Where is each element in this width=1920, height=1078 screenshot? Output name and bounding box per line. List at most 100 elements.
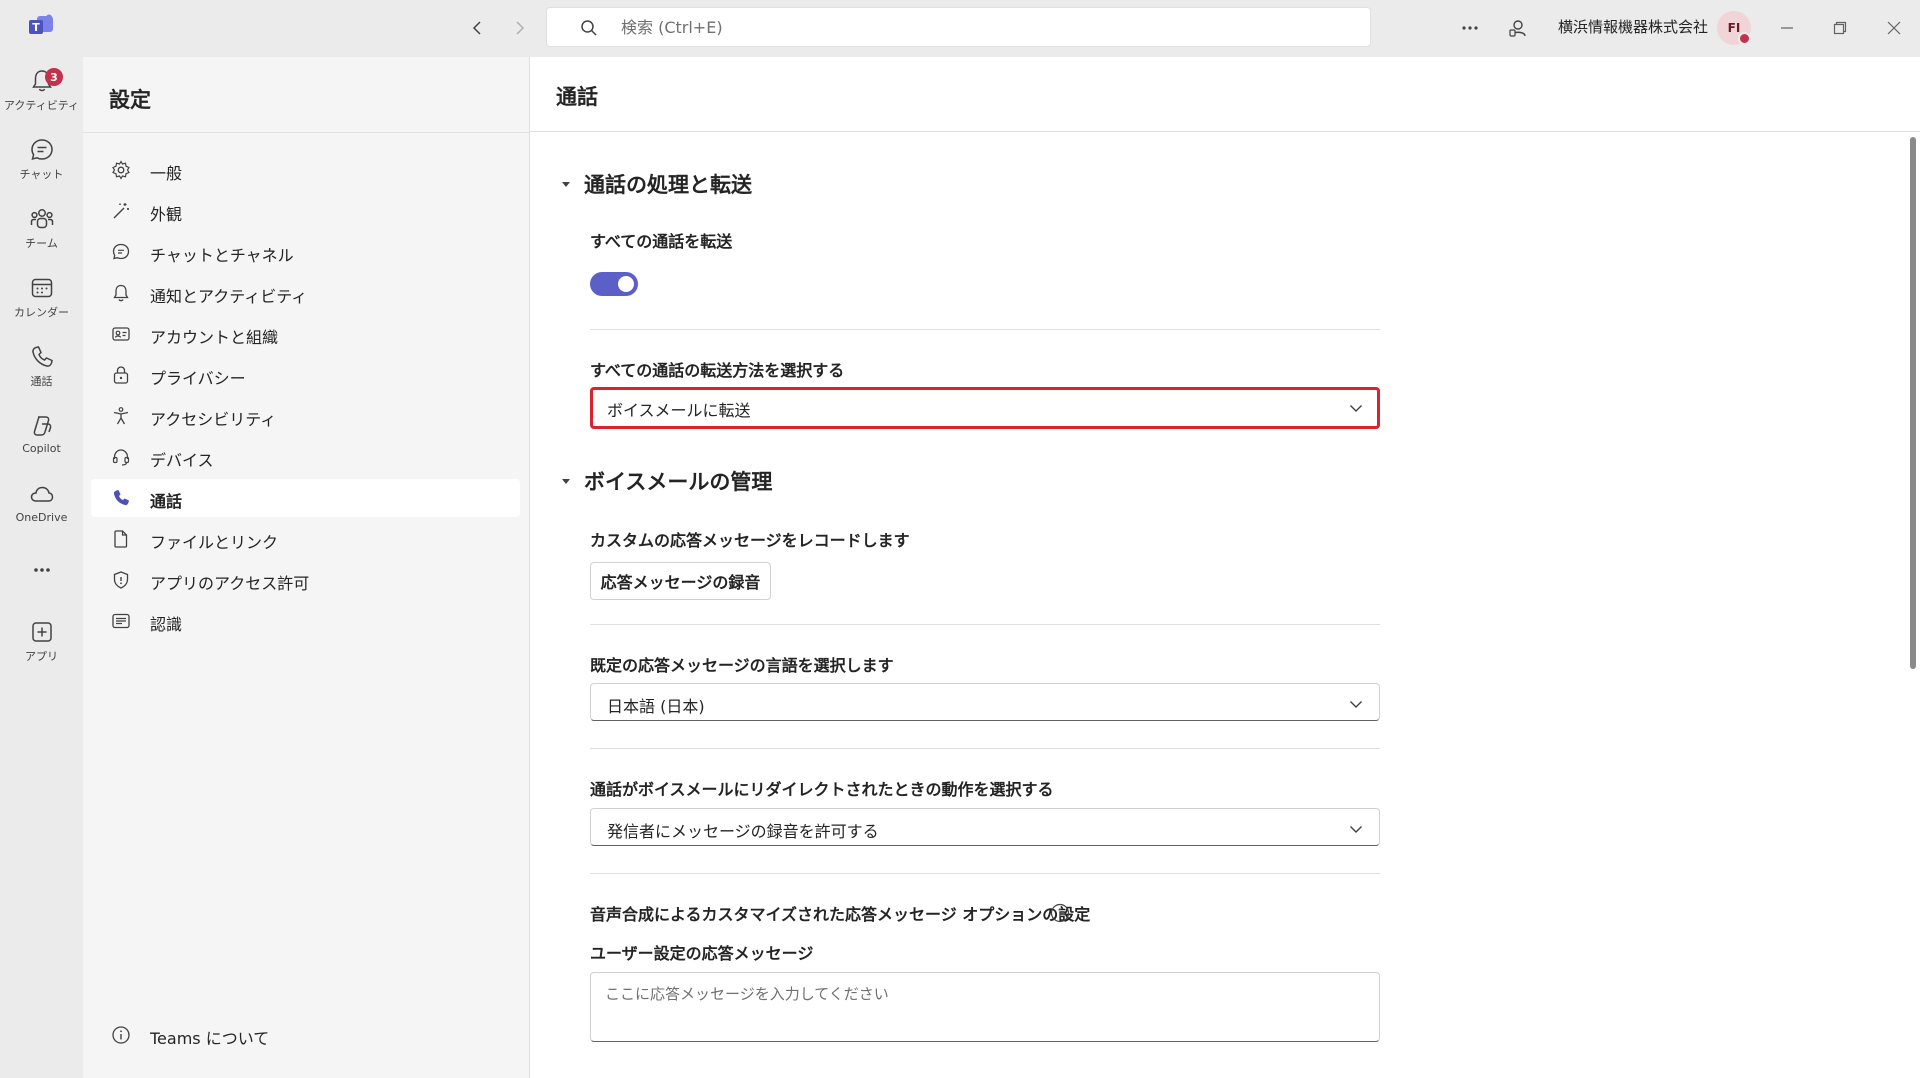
record-greeting-label: カスタムの応答メッセージをレコードします	[590, 531, 910, 550]
organization-name: 横浜情報機器株式会社	[1558, 18, 1709, 36]
settings-nav-notifications[interactable]: 通知とアクティビティ	[91, 274, 520, 312]
settings-nav-chat-channels[interactable]: チャットとチャネル	[91, 233, 520, 271]
greeting-language-label: 既定の応答メッセージの言語を選択します	[590, 656, 894, 675]
main-content: 通話 通話の処理と転送 すべての通話を転送 すべての通話の転送方法を選択する ボ…	[530, 57, 1920, 1078]
nav-label: 一般	[150, 164, 183, 183]
user-greeting-textarea[interactable]	[590, 972, 1380, 1042]
nav-label: 通話	[150, 492, 183, 511]
caret-down-icon	[562, 182, 570, 187]
section-voicemail[interactable]: ボイスメールの管理	[560, 466, 772, 496]
forward-button[interactable]	[507, 16, 531, 40]
forward-all-toggle[interactable]	[590, 272, 638, 296]
rail-item-chat[interactable]: チャット	[0, 131, 83, 195]
divider	[590, 624, 1380, 625]
search-icon	[581, 20, 597, 36]
gear-icon	[112, 160, 130, 180]
contact-card-icon	[112, 327, 130, 341]
chat-icon	[112, 243, 130, 260]
rail-item-teams[interactable]: チーム	[0, 200, 83, 264]
wand-icon	[113, 203, 129, 219]
settings-nav-accessibility[interactable]: アクセシビリティ	[91, 397, 520, 435]
title-bar: T 横浜情報機器株式会社 FI	[0, 0, 1920, 57]
rail-item-calendar[interactable]: カレンダー	[0, 269, 83, 333]
info-icon	[112, 1026, 130, 1044]
close-icon	[1887, 21, 1901, 35]
settings-nav: 設定 一般 外観 チャットとチャネル 通知とアクティビティ アカウントと組織 プ…	[83, 57, 530, 1078]
settings-nav-app-permissions[interactable]: アプリのアクセス許可	[91, 561, 520, 599]
rail-item-onedrive[interactable]: OneDrive	[0, 476, 83, 540]
app-rail: 3 アクティビティ チャット チーム カレンダー 通話 Copilot OneD…	[0, 57, 83, 1078]
greeting-language-dropdown[interactable]: 日本語 (日本)	[590, 683, 1380, 721]
settings-nav-devices[interactable]: デバイス	[91, 438, 520, 476]
redirect-action-dropdown[interactable]: 発信者にメッセージの録音を許可する	[590, 808, 1380, 846]
nav-label: プライバシー	[150, 369, 246, 388]
phone-icon	[113, 490, 129, 506]
teams-logo-icon[interactable]: T	[27, 14, 55, 40]
rail-more-button[interactable]	[0, 555, 83, 585]
chevron-down-icon	[1350, 826, 1362, 833]
rail-label: チーム	[25, 237, 58, 250]
scrollbar[interactable]	[1910, 137, 1916, 669]
nav-label: ファイルとリンク	[150, 533, 279, 552]
rail-label: Copilot	[22, 442, 61, 455]
dropdown-value: 発信者にメッセージの録音を許可する	[607, 822, 879, 841]
divider	[590, 873, 1380, 874]
redirect-action-label: 通話がボイスメールにリダイレクトされたときの動作を選択する	[590, 780, 1054, 799]
chevron-left-icon	[472, 21, 481, 35]
forward-method-dropdown[interactable]: ボイスメールに転送	[590, 387, 1380, 429]
rail-label: 通話	[30, 375, 53, 388]
about-teams-link[interactable]: Teams について	[91, 1016, 520, 1054]
settings-nav-account-org[interactable]: アカウントと組織	[91, 315, 520, 353]
search-box[interactable]	[546, 7, 1371, 47]
close-button[interactable]	[1880, 14, 1908, 42]
toggle-knob	[618, 276, 634, 292]
phone-icon	[31, 346, 53, 367]
add-app-icon	[31, 622, 52, 642]
copilot-icon	[33, 416, 51, 436]
lock-icon	[113, 366, 129, 384]
teams-people-icon	[30, 209, 53, 229]
restore-button[interactable]	[1826, 14, 1854, 42]
settings-nav-recognition[interactable]: 認識	[91, 602, 520, 640]
tts-options-label: 音声合成によるカスタマイズされた応答メッセージ オプションの設定	[590, 905, 1091, 924]
settings-title: 設定	[109, 88, 151, 112]
people-button[interactable]	[1504, 14, 1532, 42]
forward-method-label: すべての通話の転送方法を選択する	[590, 361, 845, 380]
info-icon[interactable]	[1050, 903, 1070, 923]
document-icon	[114, 530, 128, 548]
settings-nav-appearance[interactable]: 外観	[91, 192, 520, 230]
rail-item-calls[interactable]: 通話	[0, 338, 83, 402]
settings-nav-privacy[interactable]: プライバシー	[91, 356, 520, 394]
minimize-icon	[1781, 27, 1793, 29]
more-options-button[interactable]	[1456, 14, 1484, 42]
nav-label: チャットとチャネル	[150, 246, 294, 265]
nav-label: Teams について	[150, 1029, 270, 1048]
section-title: ボイスメールの管理	[584, 470, 773, 494]
svg-text:T: T	[32, 21, 40, 34]
forward-all-label: すべての通話を転送	[590, 232, 733, 251]
section-call-handling[interactable]: 通話の処理と転送	[560, 169, 752, 199]
nav-label: アカウントと組織	[150, 328, 279, 347]
section-title: 通話の処理と転送	[584, 173, 752, 197]
rail-item-copilot[interactable]: Copilot	[0, 407, 83, 471]
main-header: 通話	[530, 57, 1920, 132]
settings-nav-calls[interactable]: 通話	[91, 479, 520, 517]
rail-item-apps[interactable]: アプリ	[0, 613, 83, 677]
chevron-down-icon	[1350, 405, 1362, 412]
chevron-right-icon	[516, 21, 525, 35]
settings-nav-general[interactable]: 一般	[91, 151, 520, 189]
nav-label: アプリのアクセス許可	[150, 574, 310, 593]
record-greeting-button[interactable]: 応答メッセージの録音	[590, 562, 771, 600]
settings-nav-files-links[interactable]: ファイルとリンク	[91, 520, 520, 558]
person-icon	[1509, 20, 1526, 37]
search-input[interactable]	[621, 14, 1341, 40]
divider	[590, 329, 1380, 330]
rail-item-activity[interactable]: 3 アクティビティ	[0, 62, 83, 126]
bell-icon	[113, 284, 129, 302]
status-dot-icon	[1738, 32, 1751, 45]
ellipsis-icon	[33, 568, 50, 572]
minimize-button[interactable]	[1773, 14, 1801, 42]
accessibility-icon	[113, 407, 129, 425]
back-button[interactable]	[466, 16, 490, 40]
nav-label: デバイス	[150, 451, 214, 470]
